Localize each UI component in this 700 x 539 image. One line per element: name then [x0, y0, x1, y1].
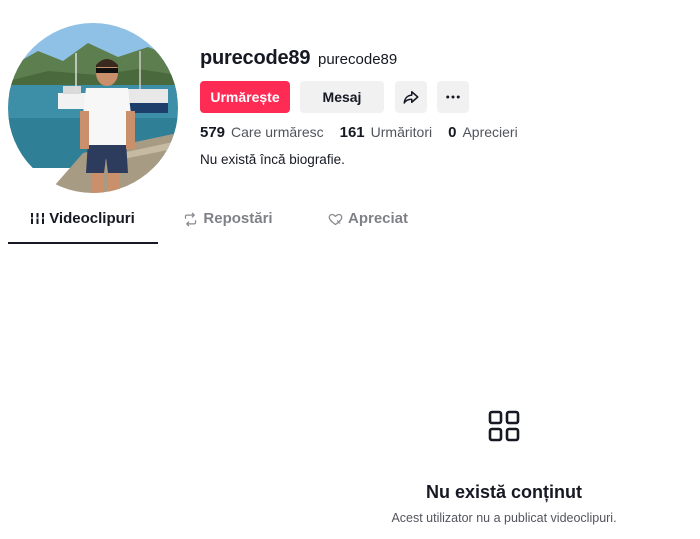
empty-state-description: Acest utilizator nu a publicat videoclip…: [391, 511, 617, 525]
empty-state: Nu există conținut Acest utilizator nu a…: [354, 410, 654, 525]
grid-icon: [488, 410, 520, 442]
more-button[interactable]: [437, 81, 469, 113]
likes-label: Aprecieri: [462, 124, 518, 140]
tab-reposts-label: Repostări: [203, 210, 273, 227]
share-icon: [403, 91, 419, 104]
followers-count: 161: [339, 124, 365, 141]
followers-stat[interactable]: 161 Urmăritori: [340, 124, 432, 141]
tab-videos[interactable]: Videoclipuri: [8, 210, 158, 243]
profile-username: purecode89: [200, 47, 311, 69]
tab-videos-label: Videoclipuri: [49, 210, 135, 227]
likes-count: 0: [448, 124, 457, 141]
profile-page: purecode89 purecode89 Urmărește Mesaj 57…: [0, 0, 700, 539]
grid-lines-icon: [31, 213, 45, 224]
message-button[interactable]: Mesaj: [300, 81, 384, 113]
repost-icon: [185, 212, 197, 227]
more-icon: [446, 95, 460, 99]
active-tab-indicator: [8, 242, 158, 244]
following-label: Care urmăresc: [231, 124, 324, 140]
tab-liked[interactable]: Apreciat: [298, 210, 438, 243]
follow-button[interactable]: Urmărește: [200, 81, 290, 113]
share-button[interactable]: [395, 81, 427, 113]
likes-stat: 0 Aprecieri: [448, 124, 518, 141]
heart-icon: [328, 213, 343, 226]
profile-tabs: Videoclipuri Repostări Apreciat: [8, 210, 458, 245]
following-stat[interactable]: 579 Care urmăresc: [200, 124, 324, 141]
empty-state-title: Nu există conținut: [425, 482, 582, 502]
profile-stats: 579 Care urmăresc 161 Urmăritori 0 Aprec…: [200, 124, 534, 141]
followers-label: Urmăritori: [370, 124, 433, 140]
profile-bio: Nu există încă biografie.: [200, 152, 345, 167]
profile-photo: [8, 23, 178, 193]
tab-liked-label: Apreciat: [347, 210, 409, 227]
following-count: 579: [200, 124, 226, 141]
profile-nickname: purecode89: [318, 51, 398, 68]
tab-reposts[interactable]: Repostări: [158, 210, 298, 243]
avatar[interactable]: [8, 23, 178, 193]
